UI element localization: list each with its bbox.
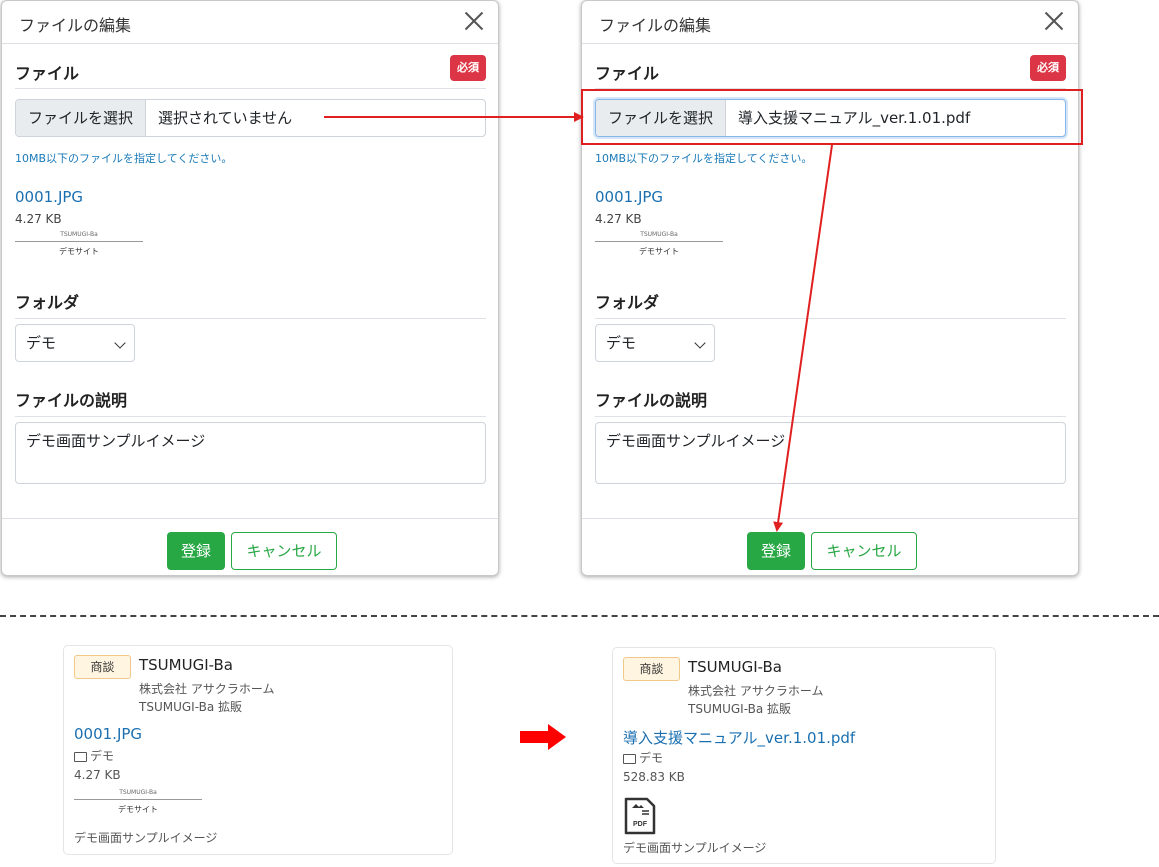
arrow-to-register xyxy=(773,144,833,532)
card-customer: 株式会社 アサクラホーム xyxy=(688,684,824,698)
thumbnail-logo: TSUMUGI-Ba xyxy=(119,789,157,796)
file-card-before: 商談 TSUMUGI-Ba 株式会社 アサクラホーム TSUMUGI-Ba 拡販… xyxy=(63,645,453,855)
card-file-link[interactable]: 導入支援マニュアル_ver.1.01.pdf xyxy=(623,727,855,748)
card-file-size: 528.83 KB xyxy=(623,770,685,784)
card-project: TSUMUGI-Ba 拡販 xyxy=(688,702,792,716)
card-folder: デモ xyxy=(623,749,663,766)
folder-icon xyxy=(623,753,636,764)
card-company: TSUMUGI-Ba xyxy=(139,656,233,674)
card-company: TSUMUGI-Ba xyxy=(688,658,782,676)
file-card-after: 商談 TSUMUGI-Ba 株式会社 アサクラホーム TSUMUGI-Ba 拡販… xyxy=(612,647,996,864)
card-file-link[interactable]: 0001.JPG xyxy=(74,725,142,743)
card-folder-name: デモ xyxy=(639,751,664,765)
status-badge: 商談 xyxy=(623,657,680,681)
pdf-file-icon: PDF xyxy=(624,797,656,835)
folder-icon xyxy=(74,751,87,762)
card-customer: 株式会社 アサクラホーム xyxy=(139,682,275,696)
section-divider xyxy=(0,615,1159,617)
thumbnail-site-text: デモサイト xyxy=(118,805,158,814)
card-thumbnail: TSUMUGI-Ba デモサイト xyxy=(74,789,202,819)
card-folder-name: デモ xyxy=(90,749,115,763)
transition-arrow-icon xyxy=(520,724,566,750)
pdf-label: PDF xyxy=(633,821,648,828)
card-project: TSUMUGI-Ba 拡販 xyxy=(139,700,243,714)
card-description: デモ画面サンプルイメージ xyxy=(623,841,767,855)
card-file-size: 4.27 KB xyxy=(74,768,121,782)
status-badge: 商談 xyxy=(74,655,131,679)
card-description: デモ画面サンプルイメージ xyxy=(74,831,218,845)
card-folder: デモ xyxy=(74,747,114,764)
